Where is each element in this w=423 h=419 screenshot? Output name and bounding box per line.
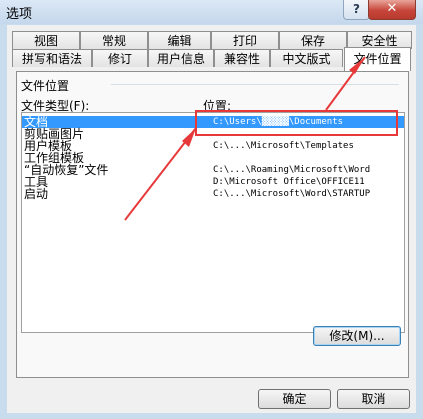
tab-user-info[interactable]: 用户信息: [148, 49, 214, 67]
tab-track-changes[interactable]: 修订: [92, 49, 148, 67]
help-button[interactable]: ?: [343, 0, 370, 20]
ok-button[interactable]: 确定: [258, 389, 331, 409]
cancel-button[interactable]: 取消: [337, 389, 410, 409]
close-button[interactable]: ✕: [368, 0, 416, 20]
list-item[interactable]: 剪贴画图片: [22, 128, 404, 140]
group-title: 文件位置: [21, 79, 70, 93]
modify-button[interactable]: 修改(M)...: [313, 326, 401, 346]
tab-spelling-grammar[interactable]: 拼写和语法: [12, 49, 92, 67]
file-path: D:\Microsoft Office\OFFICE11: [213, 177, 365, 187]
tab-general[interactable]: 常规: [80, 31, 148, 49]
file-path: C:\Users\▓▓▓▓▓\Documents: [213, 117, 344, 127]
file-type: 启动: [24, 187, 49, 201]
title-bar: 选项 ? ✕: [0, 0, 423, 24]
tab-file-locations[interactable]: 文件位置: [344, 47, 411, 71]
window-title: 选项: [6, 7, 33, 22]
tab-print[interactable]: 打印: [211, 31, 279, 49]
list-item[interactable]: 启动 C:\...\Microsoft\Word\STARTUP: [22, 188, 404, 200]
tab-save[interactable]: 保存: [279, 31, 347, 49]
tab-asian-typography[interactable]: 中文版式: [270, 49, 343, 67]
file-path: C:\...\Microsoft\Word\STARTUP: [213, 189, 371, 199]
file-locations-list[interactable]: 文档 C:\Users\▓▓▓▓▓\Documents 剪贴画图片 用户模板 C…: [21, 112, 405, 333]
tab-edit[interactable]: 编辑: [148, 31, 211, 49]
file-path: C:\...\Roaming\Microsoft\Word: [213, 165, 371, 175]
file-locations-panel: 文件位置 文件类型(F): 位置: 文档 C:\Users\▓▓▓▓▓\Docu…: [16, 71, 409, 378]
dialog-body: 视图 常规 编辑 打印 保存 安全性 拼写和语法 修订 用户信息 兼容性 中文版…: [7, 25, 416, 413]
tab-view[interactable]: 视图: [12, 31, 80, 49]
list-item[interactable]: “自动恢复”文件 C:\...\Roaming\Microsoft\Word: [22, 164, 404, 176]
tab-compatibility[interactable]: 兼容性: [214, 49, 270, 67]
file-path: C:\...\Microsoft\Templates: [213, 141, 354, 151]
group-separator: [111, 84, 399, 85]
list-item[interactable]: 工具 D:\Microsoft Office\OFFICE11: [22, 176, 404, 188]
